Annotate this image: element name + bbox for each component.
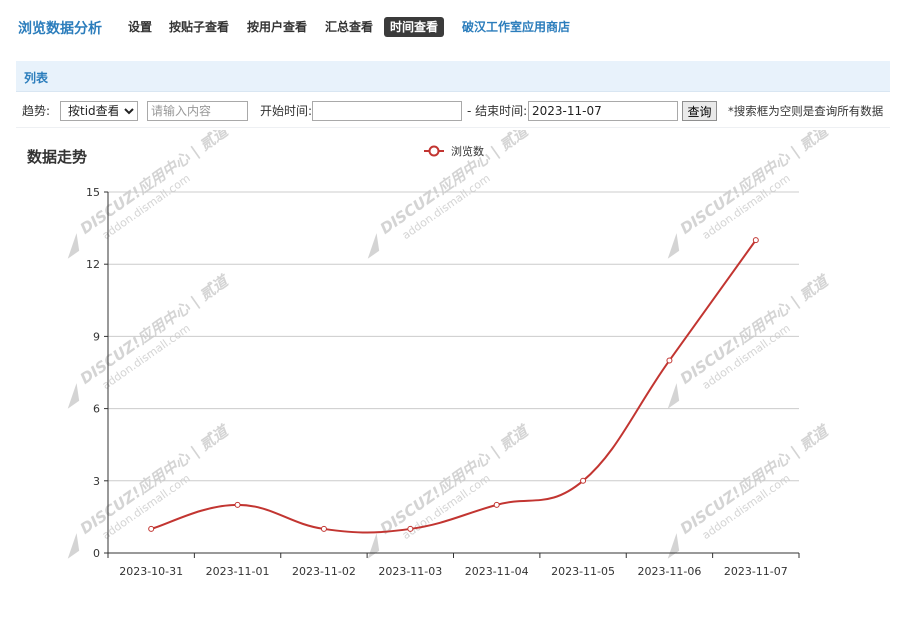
chart-title: 数据走势 — [27, 148, 88, 166]
watermark-logo-icon — [67, 533, 80, 559]
watermark-logo-icon — [67, 383, 80, 409]
end-time-label: - 结束时间: — [467, 104, 528, 118]
content-search-input[interactable] — [147, 101, 248, 121]
search-hint: *搜索框为空则是查询所有数据 — [728, 104, 884, 118]
trend-chart: DISCUZ!应用中心 | 贰道addon.dismall.com DISCUZ!… — [67, 130, 834, 578]
watermark-logo-icon — [67, 233, 80, 259]
watermark-brand: DISCUZ!应用中心 | 贰道 — [677, 130, 834, 239]
nav-app-store[interactable]: 破汉工作室应用商店 — [462, 17, 570, 37]
watermark-6: DISCUZ!应用中心 | 贰道addon.dismall.com — [67, 271, 234, 409]
nav-by-user[interactable]: 按用户查看 — [247, 17, 307, 37]
x-tick-label-2: 2023-11-02 — [292, 565, 356, 578]
y-tick-label-0: 0 — [93, 547, 100, 560]
x-tick-label-0: 2023-10-31 — [119, 565, 183, 578]
chart-area: DISCUZ!应用中心 | 贰道 addon.dismall.com DISCUZ!… — [0, 130, 910, 643]
top-bar: 浏览数据分析 设置 按贴子查看 按用户查看 汇总查看 时间查看 破汉工作室应用商… — [0, 0, 910, 56]
watermark-logo-icon — [367, 233, 380, 259]
data-point-7 — [752, 237, 759, 244]
watermark-brand: DISCUZ!应用中心 | 贰道 — [77, 421, 234, 539]
legend-marker-icon — [428, 145, 440, 157]
nav-settings[interactable]: 设置 — [128, 17, 152, 37]
data-point-4 — [493, 501, 500, 508]
data-point-2 — [320, 525, 327, 532]
watermark-1: DISCUZ!应用中心 | 贰道addon.dismall.com — [367, 130, 534, 259]
trend-label: 趋势: — [22, 104, 51, 118]
query-button[interactable]: 查询 — [682, 101, 717, 121]
watermark-logo-icon — [667, 533, 680, 559]
watermark-brand: DISCUZ!应用中心 | 贰道 — [677, 421, 834, 539]
nav-by-time[interactable]: 时间查看 — [384, 17, 445, 37]
y-tick-label-3: 9 — [93, 330, 100, 343]
watermark-layer: DISCUZ!应用中心 | 贰道addon.dismall.com DISCUZ!… — [67, 130, 834, 559]
filter-bar: 趋势: 按tid查看 开始时间: - 结束时间: 查询 *搜索框为空则是查询所有… — [16, 97, 890, 128]
list-panel-header: 列表 — [16, 61, 890, 92]
legend-label: 浏览数 — [451, 144, 484, 158]
y-tick-label-5: 15 — [86, 186, 100, 199]
watermark-brand: DISCUZ!应用中心 | 贰道 — [77, 130, 234, 239]
watermark-brand: DISCUZ!应用中心 | 贰道 — [77, 271, 234, 389]
app-title: 浏览数据分析 — [18, 21, 102, 37]
trend-select[interactable]: 按tid查看 — [60, 101, 138, 121]
watermark-logo-icon — [367, 533, 380, 559]
data-point-5 — [580, 477, 587, 484]
watermark-3: DISCUZ!应用中心 | 贰道addon.dismall.com — [67, 421, 234, 559]
watermark-brand: DISCUZ!应用中心 | 贰道 — [677, 271, 834, 389]
x-tick-label-5: 2023-11-05 — [551, 565, 615, 578]
watermark-brand: DISCUZ!应用中心 | 贰道 — [377, 421, 534, 539]
x-tick-label-4: 2023-11-04 — [465, 565, 529, 578]
y-tick-label-2: 6 — [93, 403, 100, 416]
data-point-0 — [148, 525, 155, 532]
watermark-logo-icon — [667, 233, 680, 259]
panel-title: 列表 — [24, 71, 49, 85]
x-tick-label-6: 2023-11-06 — [637, 565, 701, 578]
x-tick-label-1: 2023-11-01 — [206, 565, 270, 578]
watermark-logo-icon — [667, 383, 680, 409]
end-time-input[interactable] — [528, 101, 678, 121]
watermark-5: DISCUZ!应用中心 | 贰道addon.dismall.com — [667, 421, 834, 559]
y-tick-label-4: 12 — [86, 258, 100, 271]
nav-by-thread[interactable]: 按贴子查看 — [169, 17, 229, 37]
watermark-2: DISCUZ!应用中心 | 贰道addon.dismall.com — [667, 130, 834, 259]
data-point-3 — [407, 525, 414, 532]
data-point-1 — [234, 501, 241, 508]
watermark-4: DISCUZ!应用中心 | 贰道addon.dismall.com — [367, 421, 534, 559]
start-time-label: 开始时间: — [260, 104, 313, 118]
y-tick-label-1: 3 — [93, 475, 100, 488]
x-tick-label-3: 2023-11-03 — [378, 565, 442, 578]
x-tick-label-7: 2023-11-07 — [724, 565, 788, 578]
data-point-6 — [666, 357, 673, 364]
nav-summary[interactable]: 汇总查看 — [325, 17, 373, 37]
start-time-input[interactable] — [312, 101, 462, 121]
